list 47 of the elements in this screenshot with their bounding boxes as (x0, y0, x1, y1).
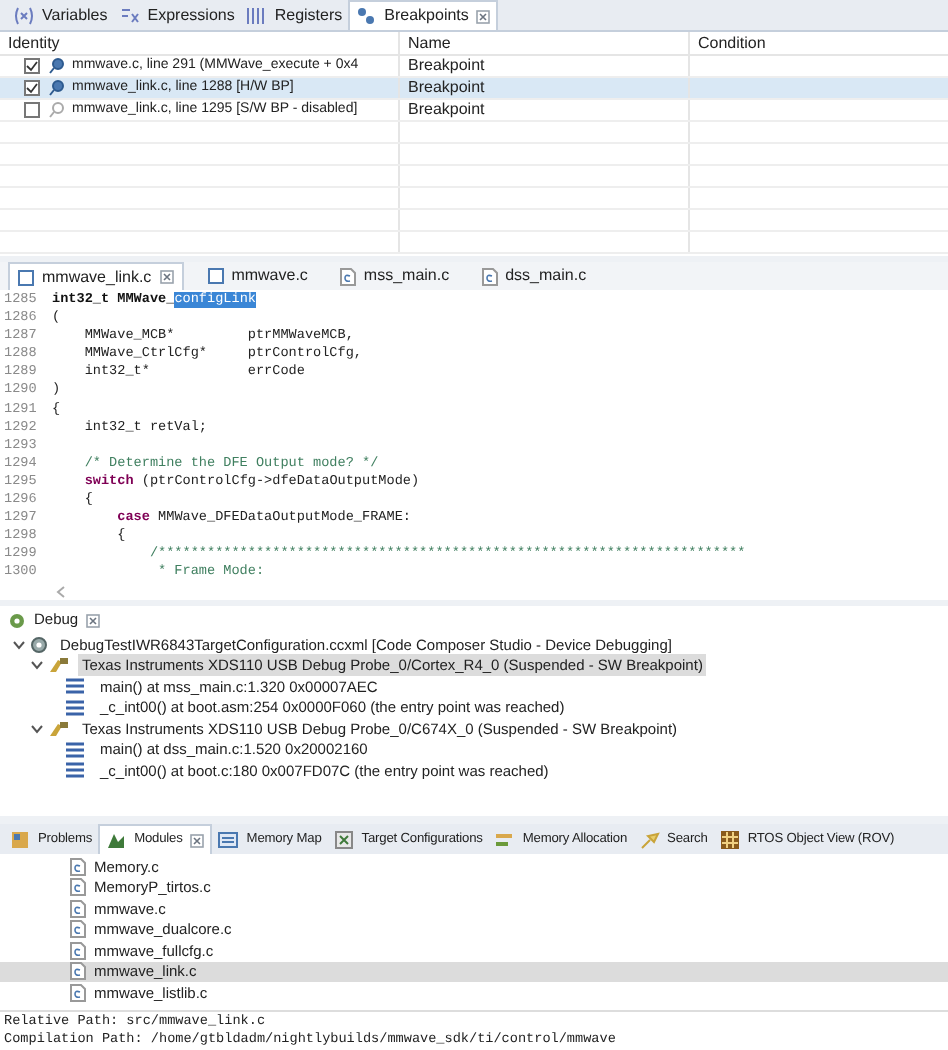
c-file-icon (481, 267, 498, 285)
column-header[interactable]: Identity (0, 32, 400, 54)
close-icon[interactable] (86, 613, 101, 627)
grid-icon (719, 829, 740, 849)
view-tab[interactable]: Variables (8, 0, 114, 30)
pin-icon (48, 58, 64, 74)
table-cell: Breakpoint (408, 54, 485, 78)
view-tab[interactable]: Breakpoints (348, 0, 499, 30)
probe-icon (48, 656, 70, 675)
file-icon (207, 268, 224, 284)
c-file-icon (339, 267, 356, 285)
memory-allocation-icon (494, 829, 515, 849)
problems-icon (10, 829, 30, 849)
chevron-icon[interactable] (12, 637, 26, 652)
probe-icon (48, 719, 70, 738)
close-icon[interactable] (476, 9, 491, 23)
column-header[interactable]: Name (400, 32, 690, 54)
table-cell: Breakpoint (408, 76, 485, 100)
registers-icon (246, 5, 267, 25)
pin-icon (48, 80, 64, 96)
checkbox[interactable] (24, 58, 40, 74)
file-icon (18, 269, 34, 285)
breakpoint-icon (356, 6, 377, 26)
close-icon[interactable] (159, 270, 174, 284)
stack-frame-icon (66, 762, 84, 779)
view-tab[interactable]: Registers (240, 0, 349, 30)
stack-frame-icon (66, 699, 84, 716)
target-configuration-icon (333, 829, 354, 849)
pin-icon (48, 102, 64, 118)
editor-tab[interactable]: dss_main.c (473, 262, 595, 290)
table-cell: Breakpoint (408, 98, 485, 122)
view-tab[interactable]: Expressions (113, 0, 241, 30)
variables-icon (14, 5, 34, 25)
editor-tab[interactable]: mmwave.c (199, 262, 316, 290)
chevron-icon[interactable] (30, 658, 44, 673)
checkbox[interactable] (24, 80, 40, 96)
chevron-icon[interactable] (30, 721, 44, 736)
editor-tab[interactable]: mmwave_link.c (8, 262, 184, 290)
modules-icon (106, 830, 127, 850)
stack-frame-icon (66, 678, 84, 695)
stack-frame-icon (66, 741, 84, 758)
editor-tab[interactable]: mss_main.c (331, 262, 458, 290)
column-header[interactable]: Condition (690, 32, 948, 54)
close-icon[interactable] (190, 833, 205, 847)
checkbox[interactable] (24, 102, 40, 118)
memory-map-icon (218, 829, 239, 849)
expression-icon (119, 5, 140, 25)
